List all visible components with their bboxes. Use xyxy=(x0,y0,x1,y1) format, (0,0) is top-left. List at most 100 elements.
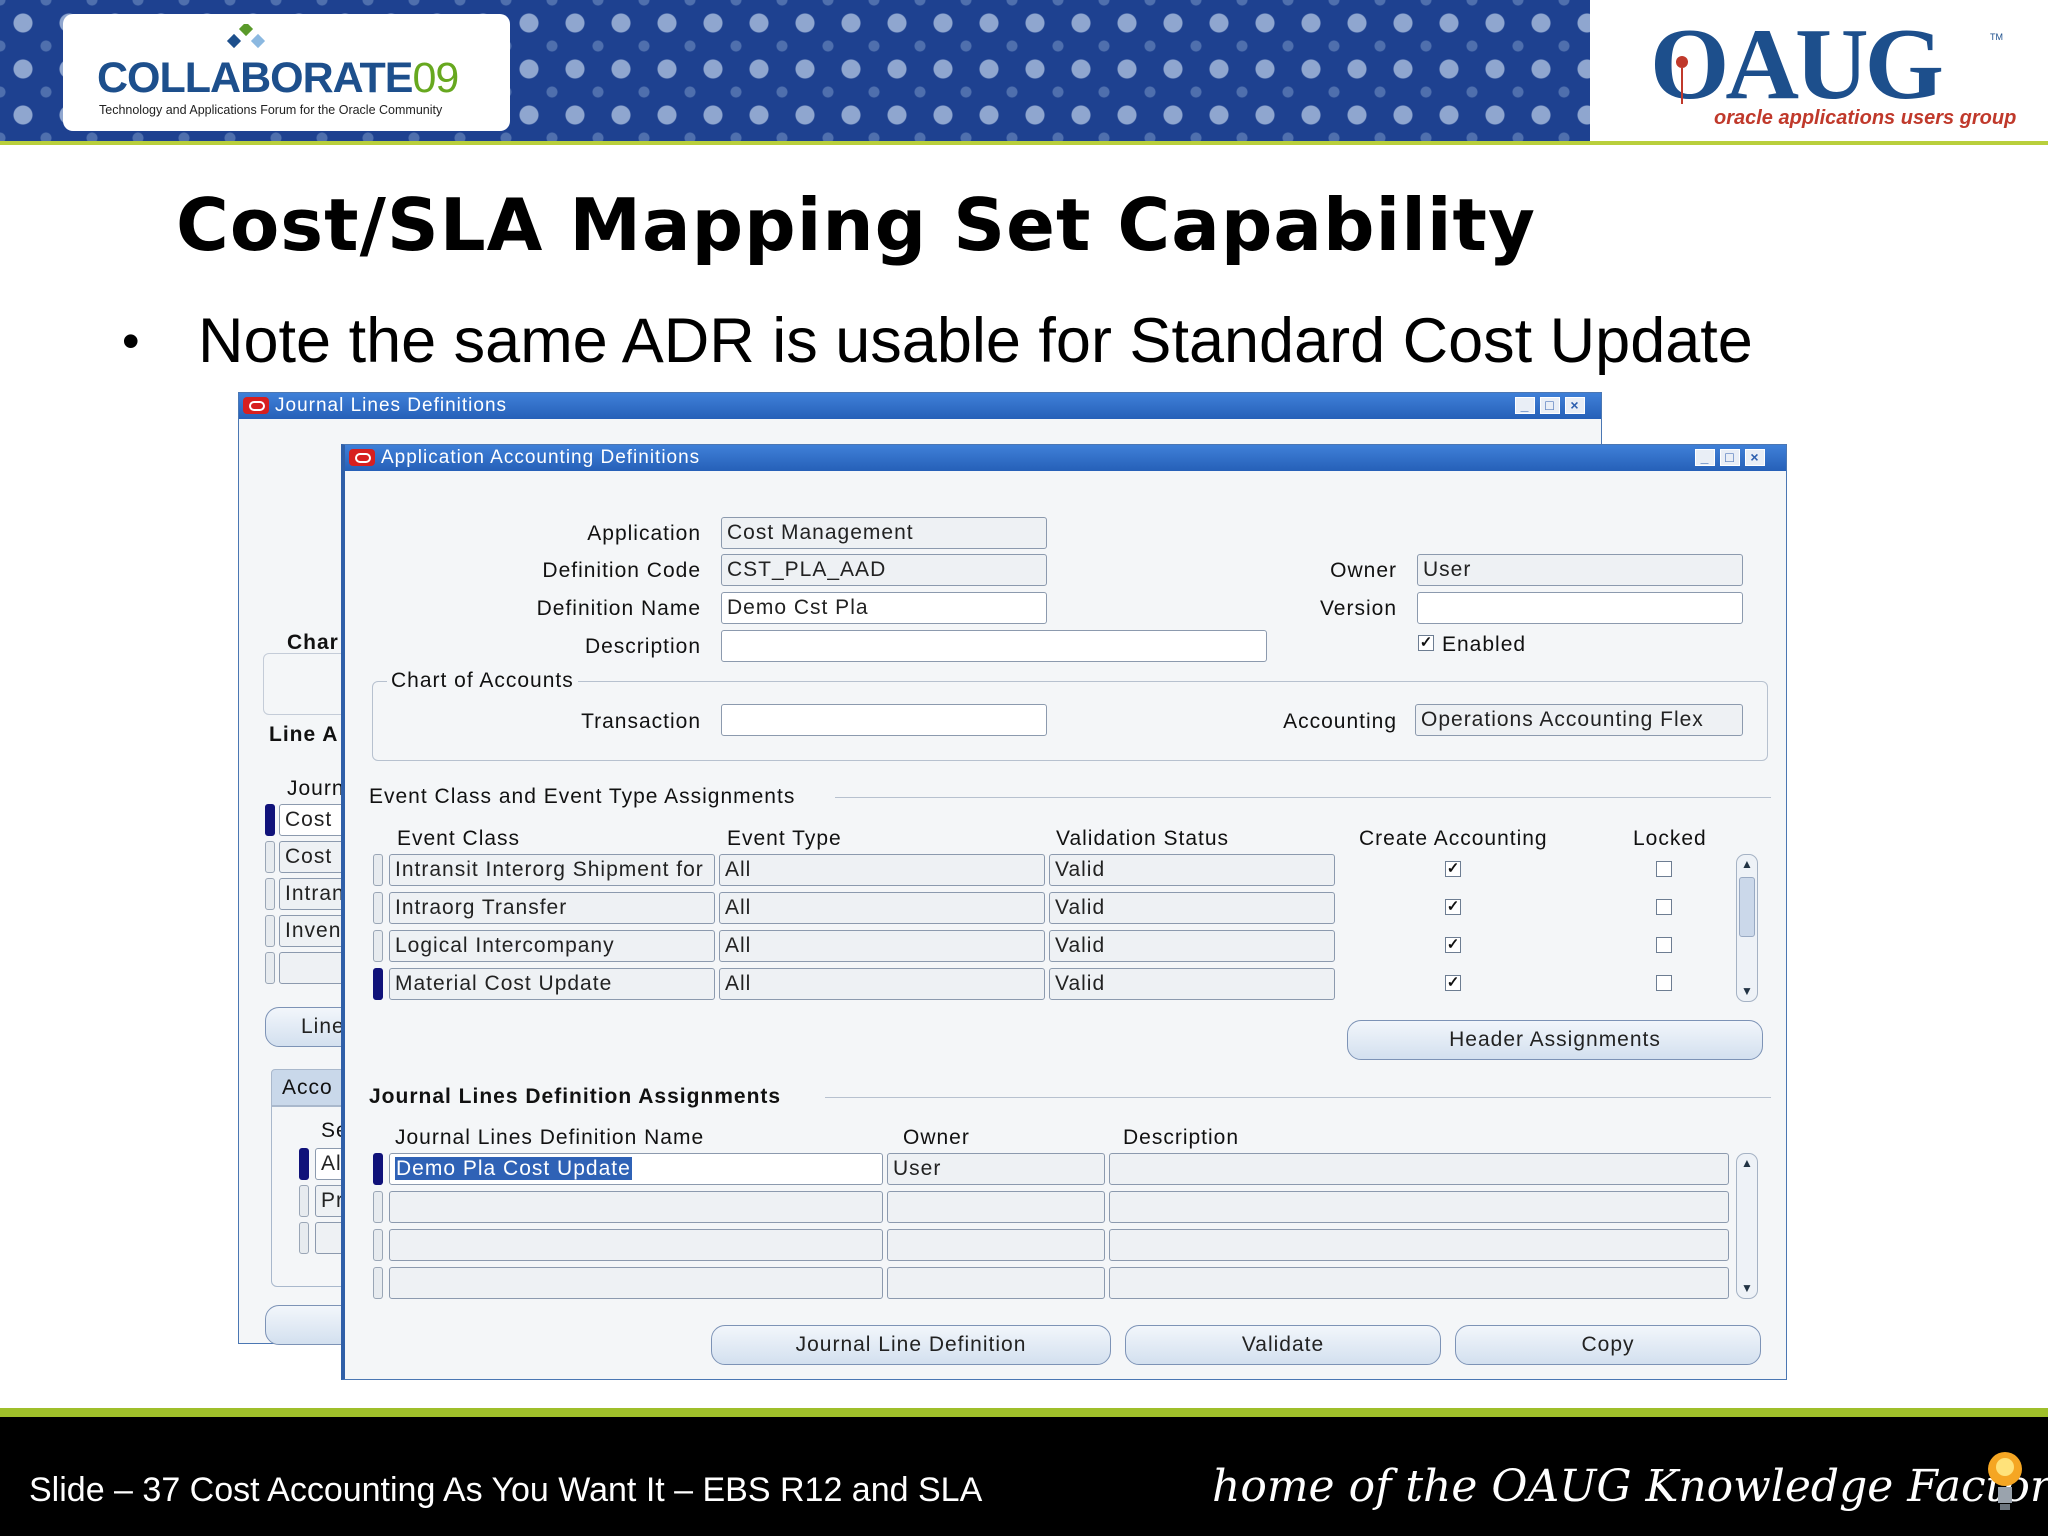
minimize-icon[interactable]: _ xyxy=(1515,397,1535,414)
oracle-icon xyxy=(349,449,375,466)
jld-owner-cell[interactable] xyxy=(887,1229,1105,1261)
create-accounting-checkbox[interactable]: ✓ xyxy=(1445,975,1461,991)
jld-name-cell[interactable] xyxy=(389,1267,883,1299)
event-class-cell[interactable]: Intraorg Transfer xyxy=(389,892,715,924)
jld-owner-cell[interactable] xyxy=(887,1267,1105,1299)
definition-name-field[interactable]: Demo Cst Pla xyxy=(721,592,1047,624)
row-marker[interactable] xyxy=(373,854,383,886)
jld-description-cell[interactable] xyxy=(1109,1267,1729,1299)
column-jld-name: Journal Lines Definition Name xyxy=(395,1126,705,1149)
locked-checkbox[interactable] xyxy=(1656,975,1672,991)
application-accounting-definitions-window[interactable]: Application Accounting Definitions _ □ ×… xyxy=(341,444,1787,1380)
event-type-cell[interactable]: All xyxy=(719,968,1045,1000)
jld-description-cell[interactable] xyxy=(1109,1191,1729,1223)
header-assignments-button[interactable]: Header Assignments xyxy=(1347,1020,1763,1060)
locked-checkbox[interactable] xyxy=(1656,861,1672,877)
bg-row-marker[interactable] xyxy=(265,915,275,947)
bg-row-marker[interactable] xyxy=(299,1222,309,1254)
globe-icon xyxy=(1672,52,1692,104)
owner-label: Owner xyxy=(1330,559,1397,582)
jld-description-cell[interactable] xyxy=(1109,1229,1729,1261)
application-field[interactable]: Cost Management xyxy=(721,517,1047,549)
version-field[interactable] xyxy=(1417,592,1743,624)
minimize-icon[interactable]: _ xyxy=(1695,449,1715,466)
validation-status-cell[interactable]: Valid xyxy=(1049,930,1335,962)
row-marker[interactable] xyxy=(373,1267,383,1299)
enabled-label: Enabled xyxy=(1442,633,1527,656)
close-icon[interactable]: × xyxy=(1565,397,1585,414)
event-class-cell[interactable]: Material Cost Update xyxy=(389,968,715,1000)
journal-line-definition-button[interactable]: Journal Line Definition xyxy=(711,1325,1111,1365)
event-class-cell[interactable]: Logical Intercompany xyxy=(389,930,715,962)
jld-name-cell[interactable] xyxy=(389,1191,883,1223)
event-class-cell[interactable]: Intransit Interorg Shipment for xyxy=(389,854,715,886)
jld-name-cell[interactable] xyxy=(389,1229,883,1261)
definition-code-field[interactable]: CST_PLA_AAD xyxy=(721,554,1047,586)
scroll-up-icon[interactable]: ▲ xyxy=(1739,1155,1755,1171)
maximize-icon[interactable]: □ xyxy=(1540,397,1560,414)
footer-knowledge-factory: home of the OAUG Knowledge Factory xyxy=(1212,1461,2048,1512)
scroll-thumb[interactable] xyxy=(1739,877,1755,937)
scroll-down-icon[interactable]: ▼ xyxy=(1739,983,1755,999)
bg-row-marker[interactable] xyxy=(299,1148,309,1180)
collaborate-subtitle: Technology and Applications Forum for th… xyxy=(99,103,443,117)
locked-checkbox[interactable] xyxy=(1656,937,1672,953)
application-label: Application xyxy=(587,522,701,545)
bg-row-marker[interactable] xyxy=(265,952,275,984)
window-titlebar[interactable]: Journal Lines Definitions _ □ × xyxy=(239,393,1601,419)
trademark-mark: TM xyxy=(1990,32,2003,42)
bg-row-marker[interactable] xyxy=(299,1185,309,1217)
column-owner: Owner xyxy=(903,1126,970,1149)
definition-code-label: Definition Code xyxy=(542,559,701,582)
section-divider xyxy=(835,797,1771,798)
locked-checkbox[interactable] xyxy=(1656,899,1672,915)
jld-description-cell[interactable] xyxy=(1109,1153,1729,1185)
oaug-logo: OAUG TM oracle applications users group xyxy=(1590,0,2048,141)
event-type-cell[interactable]: All xyxy=(719,854,1045,886)
description-field[interactable] xyxy=(721,630,1267,662)
footer-bar: Slide – 37 Cost Accounting As You Want I… xyxy=(0,1408,2048,1536)
bg-row-marker[interactable] xyxy=(265,878,275,910)
window-titlebar[interactable]: Application Accounting Definitions _ □ × xyxy=(345,445,1786,471)
jld-owner-cell[interactable]: User xyxy=(887,1153,1105,1185)
validate-button[interactable]: Validate xyxy=(1125,1325,1441,1365)
event-scrollbar[interactable]: ▲ ▼ xyxy=(1736,854,1758,1002)
column-description: Description xyxy=(1123,1126,1240,1149)
oaug-tagline: oracle applications users group xyxy=(1714,107,2017,129)
row-marker[interactable] xyxy=(373,1191,383,1223)
scroll-up-icon[interactable]: ▲ xyxy=(1739,856,1755,872)
enabled-checkbox[interactable]: ✓ xyxy=(1418,635,1434,651)
row-marker[interactable] xyxy=(373,930,383,962)
row-marker[interactable] xyxy=(373,1229,383,1261)
validation-status-cell[interactable]: Valid xyxy=(1049,892,1335,924)
create-accounting-checkbox[interactable]: ✓ xyxy=(1445,861,1461,877)
validation-status-cell[interactable]: Valid xyxy=(1049,968,1335,1000)
event-type-cell[interactable]: All xyxy=(719,892,1045,924)
description-label: Description xyxy=(584,635,701,658)
event-type-cell[interactable]: All xyxy=(719,930,1045,962)
bg-row-marker[interactable] xyxy=(265,804,275,836)
scroll-down-icon[interactable]: ▼ xyxy=(1739,1280,1755,1296)
jld-name-cell[interactable]: Demo Pla Cost Update xyxy=(389,1153,883,1185)
create-accounting-checkbox[interactable]: ✓ xyxy=(1445,899,1461,915)
row-marker[interactable] xyxy=(373,1153,383,1185)
validation-status-cell[interactable]: Valid xyxy=(1049,854,1335,886)
row-marker[interactable] xyxy=(373,968,383,1000)
maximize-icon[interactable]: □ xyxy=(1720,449,1740,466)
diamond-cluster-icon xyxy=(226,24,266,49)
copy-button[interactable]: Copy xyxy=(1455,1325,1761,1365)
close-icon[interactable]: × xyxy=(1745,449,1765,466)
section-divider xyxy=(825,1097,1771,1098)
jld-section-title: Journal Lines Definition Assignments xyxy=(369,1085,782,1108)
footer-slide-text: Slide – 37 Cost Accounting As You Want I… xyxy=(29,1471,983,1509)
bullet-icon: • xyxy=(122,313,140,369)
version-label: Version xyxy=(1319,597,1397,620)
transaction-field[interactable] xyxy=(721,704,1047,736)
bg-row-marker[interactable] xyxy=(265,841,275,873)
owner-field[interactable]: User xyxy=(1417,554,1743,586)
jld-scrollbar[interactable]: ▲ ▼ xyxy=(1736,1153,1758,1299)
row-marker[interactable] xyxy=(373,892,383,924)
accounting-field[interactable]: Operations Accounting Flex xyxy=(1415,704,1743,736)
create-accounting-checkbox[interactable]: ✓ xyxy=(1445,937,1461,953)
jld-owner-cell[interactable] xyxy=(887,1191,1105,1223)
